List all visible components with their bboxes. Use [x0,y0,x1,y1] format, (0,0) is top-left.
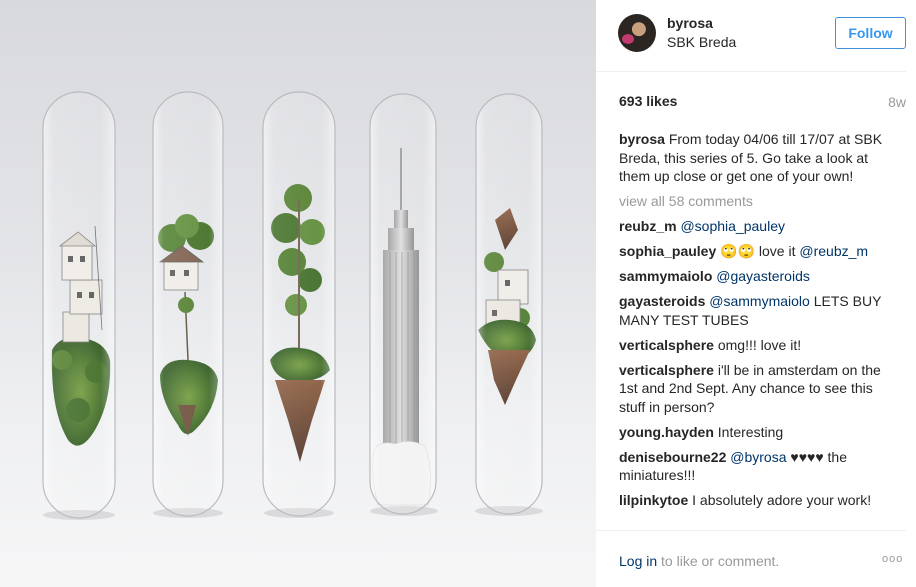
comment-user[interactable]: gayasteroids [619,293,705,309]
follow-button[interactable]: Follow [835,17,906,49]
comment-text: I absolutely adore your work! [692,492,872,508]
comment-text: Interesting [717,423,784,440]
comment-user[interactable]: sophia_pauley [619,243,716,259]
post-username[interactable]: byrosa [667,15,713,31]
caption: byrosa From today 04/06 till 17/07 at SB… [619,130,891,186]
comment-user[interactable]: young.hayden [619,424,714,440]
post-header: byrosa SBK Breda Follow [596,0,906,72]
tube-5 [475,93,543,516]
comment-item: verticalsphere i'll be in amsterdam on t… [619,361,891,417]
login-link[interactable]: Log in [619,553,657,569]
comment-item: young.hayden Interesting [619,423,891,442]
comment-user[interactable]: verticalsphere [619,362,714,378]
post-footer: Log in to like or comment. ooo [596,530,906,587]
comment-item: reubz_m @sophia_pauley [619,217,891,236]
login-prompt-text: to like or comment. [657,553,780,569]
tube-4 [369,93,438,516]
mention-link[interactable]: @gayasteroids [716,268,810,284]
post-age[interactable]: 8w [888,94,906,110]
view-all-comments-link[interactable]: view all 58 comments [619,192,891,211]
mention-link[interactable]: @reubz_m [799,243,868,259]
comment-item: sophia_pauley 🙄🙄 love it @reubz_m [619,242,891,261]
comment-item: gayasteroids @sammymaiolo LETS BUY MANY … [619,292,891,329]
comments-list: byrosa From today 04/06 till 17/07 at SB… [619,130,891,516]
more-options-icon[interactable]: ooo [882,553,903,565]
test-tube-miniatures-image [42,91,543,520]
post-photo[interactable] [0,0,596,587]
comment-user[interactable]: sammymaiolo [619,268,712,284]
tube-1 [42,91,116,520]
post-sidebar: byrosa SBK Breda Follow 693 likes 8w byr… [596,0,916,587]
comment-user[interactable]: lilpinkytoe [619,492,688,508]
comment-user[interactable]: reubz_m [619,218,677,234]
comment-items: reubz_m @sophia_pauley sophia_pauley 🙄🙄 l… [619,217,891,510]
mention-link[interactable]: @byrosa [730,449,786,465]
comment-user[interactable]: denisebourne22 [619,449,726,465]
mention-link[interactable]: @sophia_pauley [680,218,785,234]
post-location[interactable]: SBK Breda [667,34,736,50]
comment-item: lilpinkytoe I absolutely adore your work… [619,491,891,510]
comment-text: omg!!! love it! [717,336,802,353]
comment-item: verticalsphere omg!!! love it! [619,336,891,355]
tube-2 [152,91,224,518]
likes-count[interactable]: 693 likes [619,93,677,109]
avatar[interactable] [618,14,656,52]
comment-item: sammymaiolo @gayasteroids [619,267,891,286]
comment-item: denisebourne22 @byrosa ♥♥♥♥ the miniatur… [619,448,891,485]
comment-user[interactable]: verticalsphere [619,337,714,353]
caption-user[interactable]: byrosa [619,131,665,147]
login-prompt: Log in to like or comment. [619,553,779,569]
tube-3 [262,91,336,518]
mention-link[interactable]: @sammymaiolo [709,293,810,309]
comment-text: 🙄🙄 love it [720,243,800,259]
